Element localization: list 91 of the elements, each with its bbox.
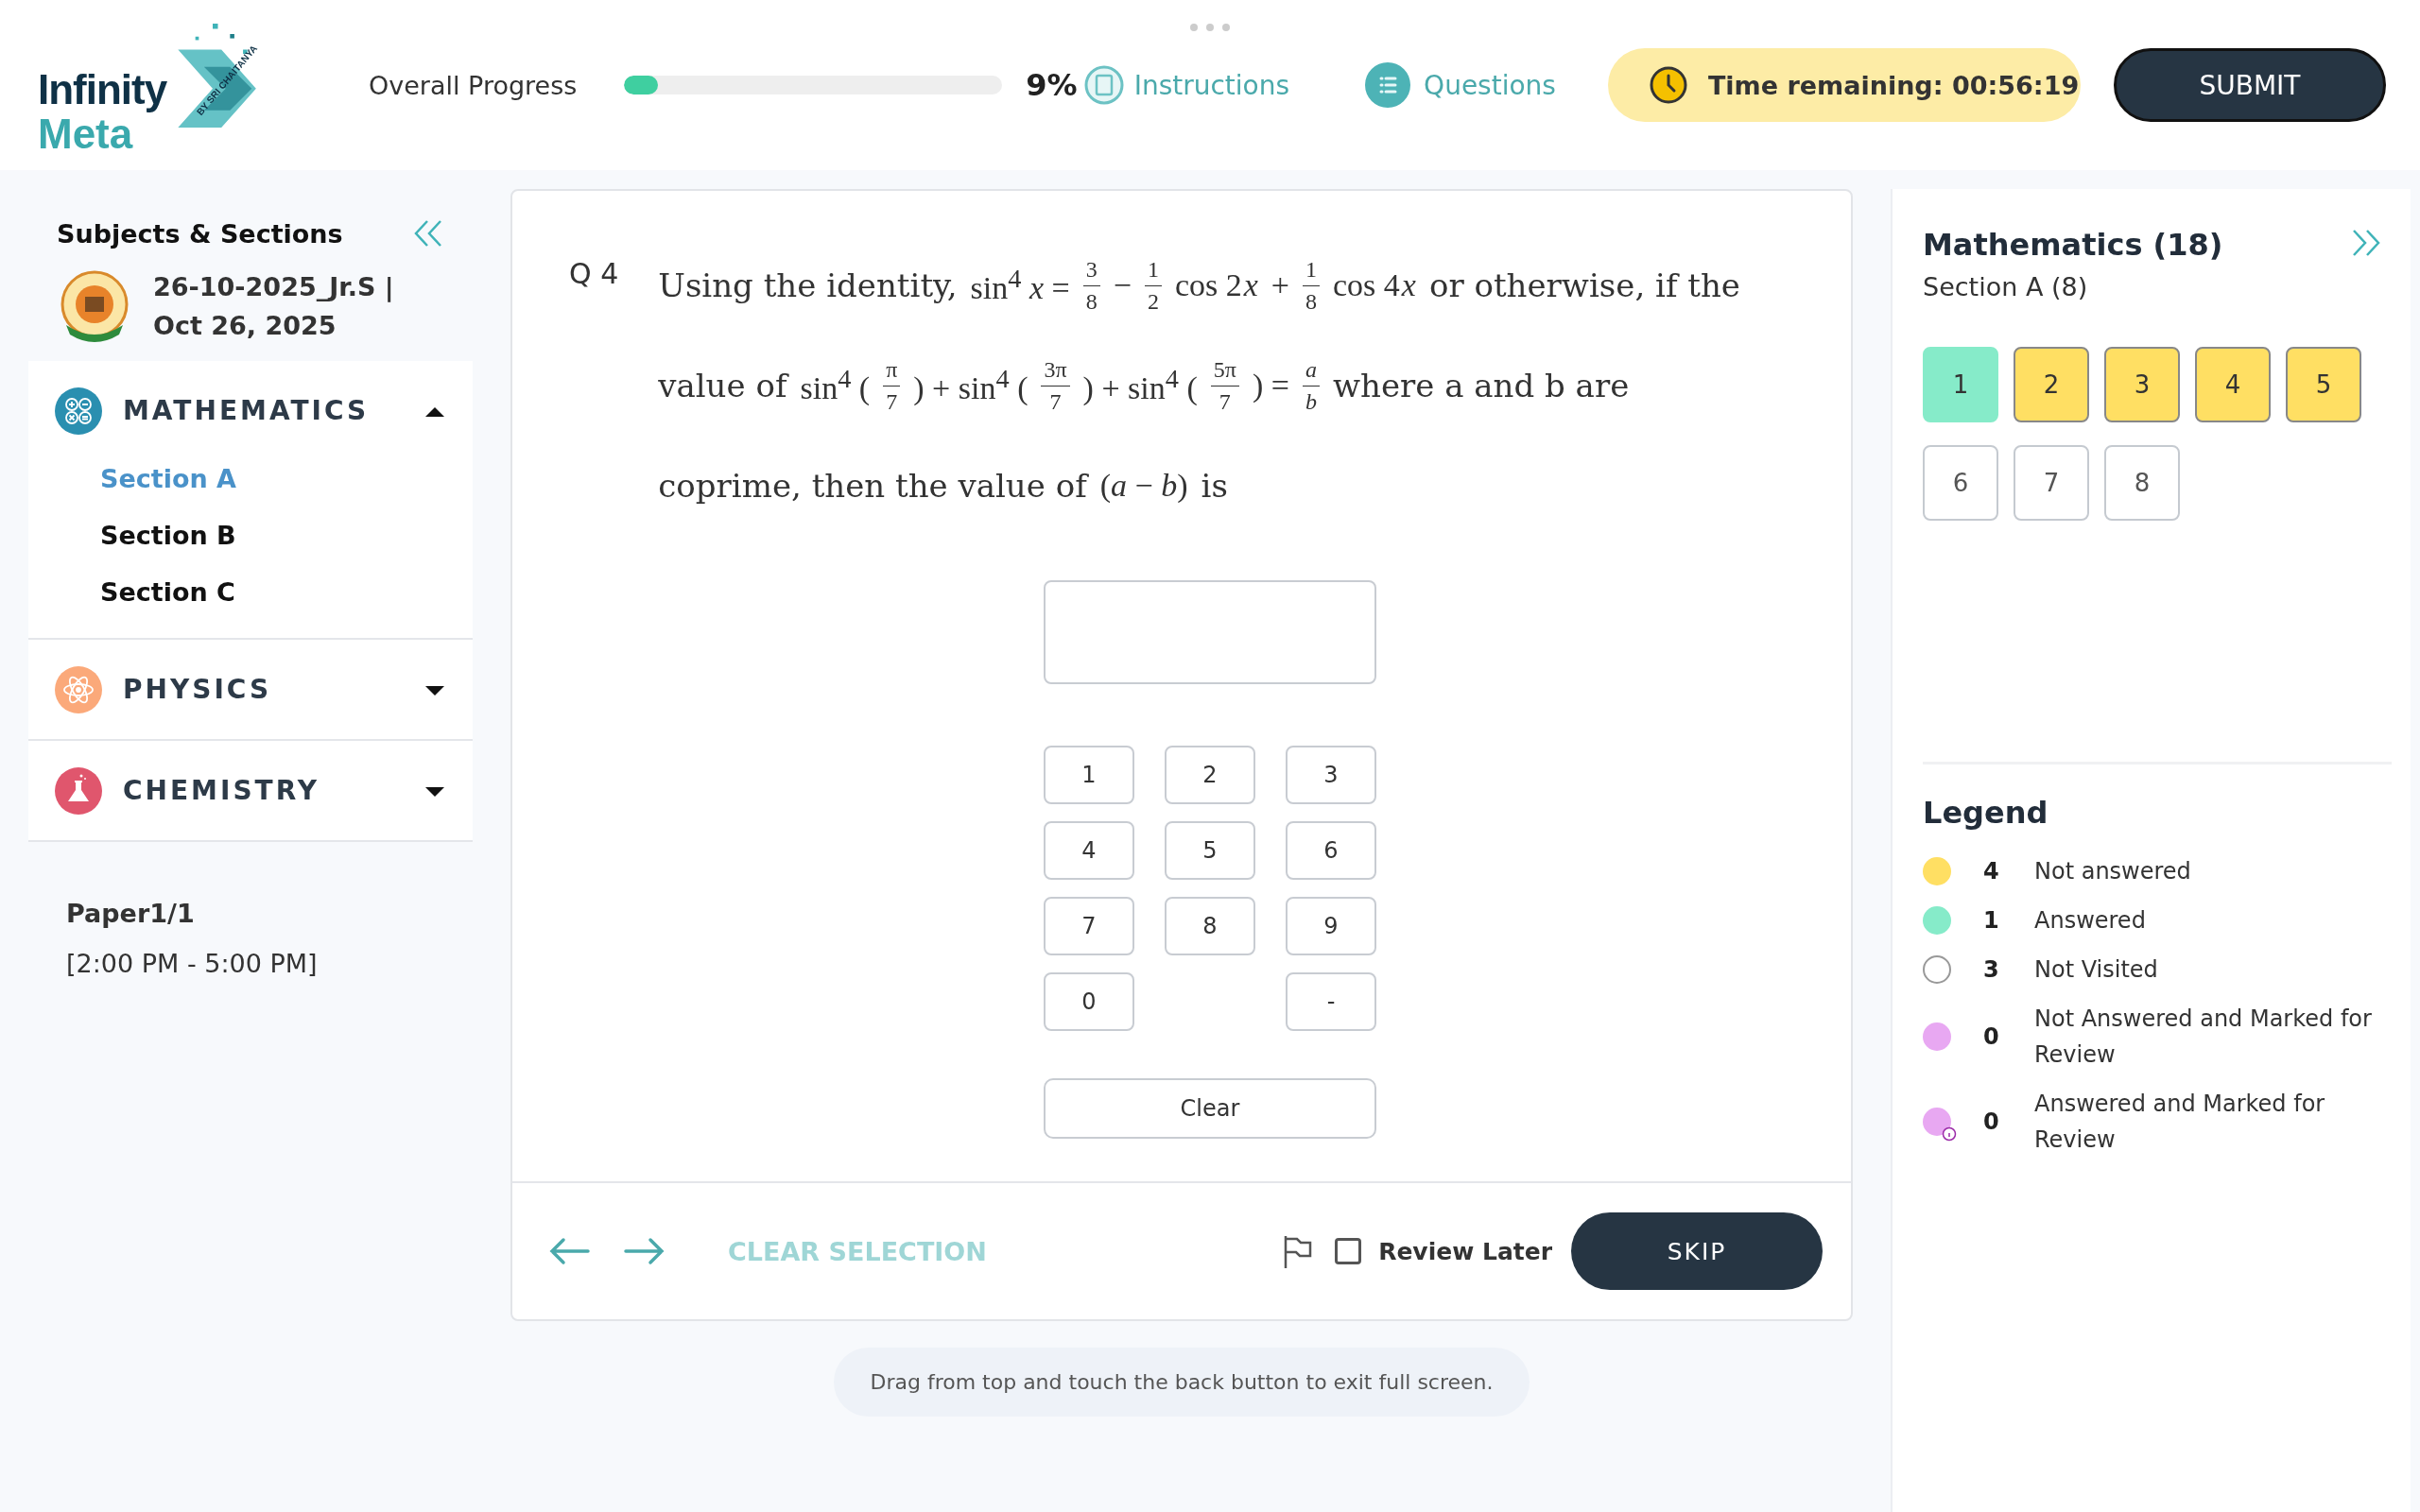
fraction: 1 2	[1144, 257, 1162, 314]
exam-name: 26-10-2025_Jr.S |	[153, 272, 394, 301]
legend-label: Not Answered and Marked for Review	[2034, 1005, 2373, 1070]
keypad-key[interactable]: 2	[1165, 746, 1255, 804]
math-expression: ) + sin$^{4}$ (	[1082, 364, 1198, 407]
legend-count: 3	[1983, 956, 2000, 983]
subject-header[interactable]: CHEMISTRY	[28, 741, 473, 840]
forward-arrow-icon[interactable]	[624, 1237, 666, 1265]
paper-time: [2:00 PM - 5:00 PM]	[66, 949, 319, 978]
fraction: 1 8	[1303, 257, 1320, 314]
progress-label: Overall Progress	[369, 70, 578, 100]
clear-button[interactable]: Clear	[1044, 1078, 1376, 1139]
math-expression: (a − b)	[1099, 468, 1188, 504]
legend-title: Legend	[1923, 795, 2049, 831]
fraction: 5π 7	[1210, 357, 1239, 414]
question-number-button[interactable]: 6	[1923, 445, 1998, 521]
calculator-symbols-icon	[55, 387, 102, 435]
keypad-key[interactable]: 8	[1165, 897, 1255, 955]
legend-count: 4	[1983, 858, 2000, 885]
logo-text: Meta	[38, 111, 133, 158]
legend-label: Answered	[2034, 906, 2147, 936]
back-arrow-icon[interactable]	[548, 1237, 590, 1265]
question-number-button[interactable]: 8	[2104, 445, 2180, 521]
keypad-key[interactable]: 6	[1286, 821, 1376, 880]
toast-message: Drag from top and touch the back button to exit full screen.	[834, 1348, 1530, 1417]
math-expression: ) =	[1252, 368, 1289, 404]
submit-button[interactable]: SUBMIT	[2113, 48, 2386, 122]
question-text: coprime, then the value of	[658, 467, 1087, 505]
math-expression: cos 4	[1333, 267, 1400, 303]
keypad-key[interactable]: 7	[1044, 897, 1134, 955]
keypad-key[interactable]: 0	[1044, 972, 1134, 1031]
legend-label: Not answered	[2034, 857, 2192, 886]
math-expression: −	[1113, 267, 1132, 303]
keypad-key[interactable]: 3	[1286, 746, 1376, 804]
question-number-button[interactable]: 1	[1923, 347, 1998, 422]
math-variable: x	[1243, 267, 1258, 303]
drag-handle-icon[interactable]	[1189, 23, 1231, 32]
atom-icon	[55, 665, 102, 713]
caret-down-icon[interactable]	[425, 683, 444, 696]
question-number-button[interactable]: 3	[2104, 347, 2180, 422]
keypad-key[interactable]: 4	[1044, 821, 1134, 880]
keypad-key[interactable]: 5	[1165, 821, 1255, 880]
answer-field[interactable]	[1044, 580, 1376, 684]
question-text: Using the identity,	[658, 266, 958, 304]
section-link[interactable]: Section C	[100, 564, 235, 621]
skip-button[interactable]: SKIP	[1571, 1212, 1823, 1290]
logo-text: Infinity	[38, 66, 167, 113]
math-expression: sin$^{4}$ (	[800, 364, 871, 407]
question-number-button[interactable]: 4	[2195, 347, 2271, 422]
progress-percent: 9%	[1026, 67, 1078, 103]
math-variable: x	[1401, 267, 1416, 303]
math-expression: cos 2	[1174, 267, 1242, 303]
question-text: is	[1201, 467, 1228, 505]
math-expression: sin$^{4}$ x =	[970, 264, 1070, 307]
fraction: a b	[1302, 357, 1320, 414]
question-text: where a and b are	[1332, 367, 1630, 404]
legend-count: 0	[1983, 1023, 2000, 1050]
keypad-key[interactable]: 9	[1286, 897, 1376, 955]
keypad-key[interactable]: -	[1286, 972, 1376, 1031]
section-count: Section A (8)	[1923, 272, 2089, 301]
document-icon[interactable]	[1082, 64, 1125, 106]
math-expression: ) + sin$^{4}$ (	[913, 364, 1028, 407]
palette-title: Mathematics (18)	[1923, 227, 2223, 263]
section-link[interactable]: Section B	[100, 507, 236, 564]
subject-header[interactable]: PHYSICS	[28, 640, 473, 739]
keypad-key[interactable]: 1	[1044, 746, 1134, 804]
review-later-label: Review Later	[1378, 1237, 1552, 1265]
info-badge-icon	[1942, 1126, 1957, 1142]
time-remaining: Time remaining: 00:56:19	[1707, 70, 2080, 100]
fraction: 3 8	[1082, 257, 1100, 314]
review-checkbox[interactable]	[1335, 1238, 1362, 1264]
legend-count: 0	[1983, 1108, 2000, 1135]
exam-date: Oct 26, 2025	[153, 311, 337, 340]
caret-down-icon[interactable]	[425, 784, 444, 797]
sidebar-title: Subjects & Sections	[57, 218, 343, 249]
question-number-button[interactable]: 5	[2286, 347, 2361, 422]
question-number: Q 4	[569, 257, 619, 292]
question-text: or otherwise, if the	[1428, 266, 1740, 304]
question-number-button[interactable]: 2	[2014, 347, 2089, 422]
fraction: π 7	[883, 357, 901, 414]
caret-up-icon[interactable]	[425, 404, 444, 417]
fraction: 3π 7	[1041, 357, 1070, 414]
legend-label: Not Visited	[2034, 955, 2159, 985]
legend-label: Answered and Marked for Review	[2034, 1090, 2326, 1155]
question-number-button[interactable]: 7	[2014, 445, 2089, 521]
question-text: value of	[658, 367, 787, 404]
math-expression: +	[1270, 267, 1289, 303]
list-icon[interactable]	[1365, 62, 1411, 108]
legend-count: 1	[1983, 907, 2000, 934]
paper-name: Paper1/1	[66, 899, 196, 928]
flask-icon	[55, 766, 102, 815]
